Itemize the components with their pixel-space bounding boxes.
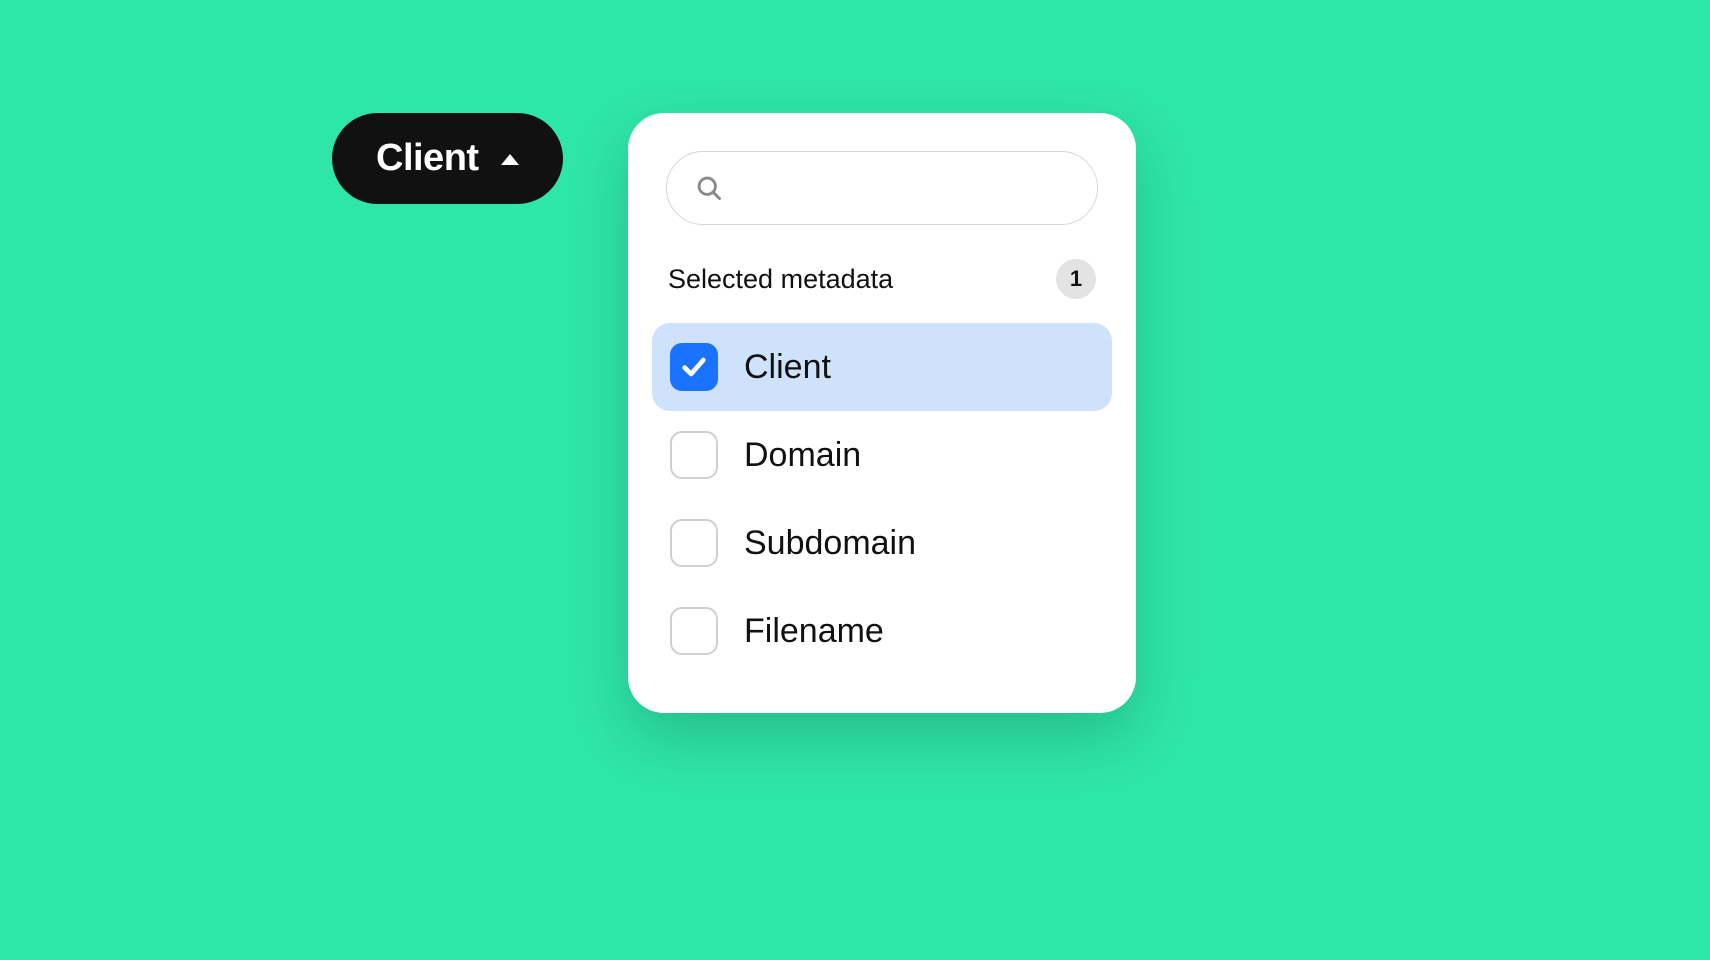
- metadata-dropdown-panel: Selected metadata 1 Client Domain Subdom…: [628, 113, 1136, 713]
- search-icon: [695, 174, 723, 202]
- options-list: Client Domain Subdomain Filename: [652, 323, 1112, 675]
- section-header: Selected metadata 1: [652, 259, 1112, 313]
- section-label: Selected metadata: [668, 264, 893, 295]
- checkbox-subdomain[interactable]: [670, 519, 718, 567]
- checkbox-filename[interactable]: [670, 607, 718, 655]
- option-label: Subdomain: [744, 524, 916, 563]
- option-filename[interactable]: Filename: [652, 587, 1112, 675]
- filter-pill-label: Client: [376, 137, 479, 180]
- checkbox-client[interactable]: [670, 343, 718, 391]
- option-subdomain[interactable]: Subdomain: [652, 499, 1112, 587]
- selected-count-badge: 1: [1056, 259, 1096, 299]
- checkmark-icon: [680, 353, 708, 381]
- option-label: Filename: [744, 612, 884, 651]
- option-label: Client: [744, 348, 831, 387]
- option-client[interactable]: Client: [652, 323, 1112, 411]
- search-box[interactable]: [666, 151, 1098, 225]
- caret-up-icon: [501, 154, 519, 165]
- filter-pill-button[interactable]: Client: [332, 113, 563, 204]
- option-domain[interactable]: Domain: [652, 411, 1112, 499]
- option-label: Domain: [744, 436, 861, 475]
- search-input[interactable]: [739, 172, 1100, 204]
- checkbox-domain[interactable]: [670, 431, 718, 479]
